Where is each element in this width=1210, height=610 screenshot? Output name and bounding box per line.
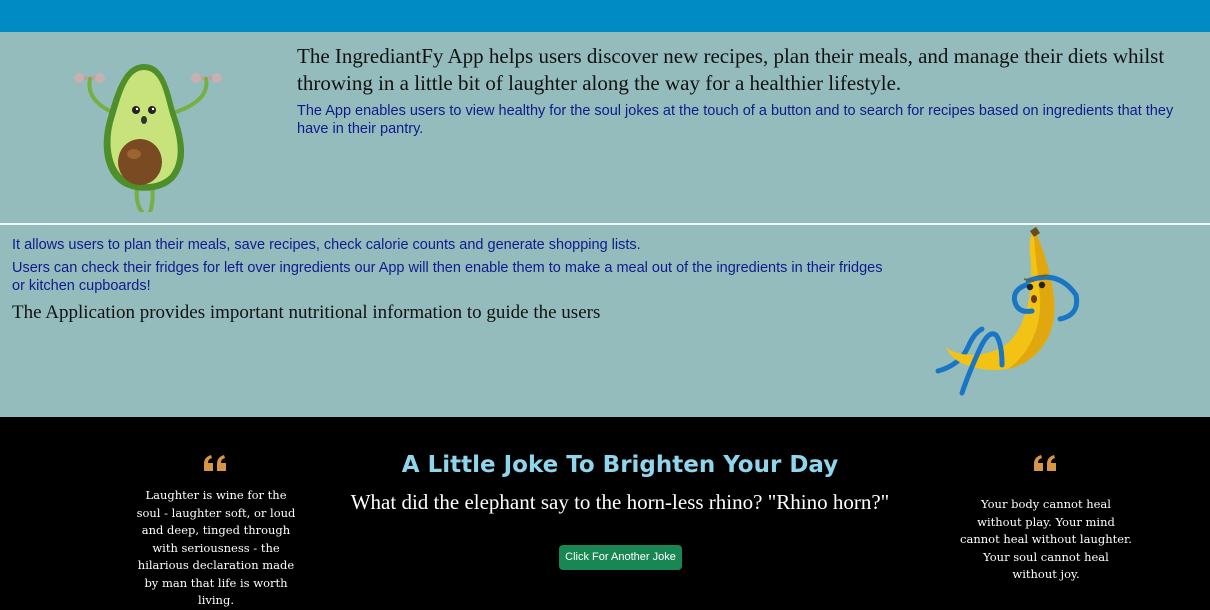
- banana-situp-icon: [935, 227, 1080, 396]
- top-nav-bar: [0, 0, 1210, 32]
- intro-heading: The IngrediantFy App helps users discove…: [297, 44, 1165, 95]
- joke-text: What did the elephant say to the horn-le…: [350, 490, 890, 514]
- joke-section: Laughter is wine for the soul - laughter…: [0, 417, 1210, 607]
- joke-section-title: A Little Joke To Brighten Your Day: [401, 452, 839, 478]
- features-section: It allows users to plan their meals, sav…: [0, 225, 1210, 417]
- avocado-workout-icon: [74, 64, 222, 212]
- intro-description: The App enables users to view healthy fo…: [297, 103, 1174, 137]
- feature-nutrition-text: The Application provides important nutri…: [12, 302, 601, 323]
- quote-mark-icon: [204, 455, 226, 471]
- feature-fridge-text: Users can check their fridges for left o…: [12, 260, 883, 294]
- intro-section: The IngrediantFy App helps users discove…: [0, 32, 1210, 223]
- quote-right: Your body cannot heal without play. Your…: [960, 497, 1132, 581]
- another-joke-button[interactable]: Click For Another Joke: [559, 545, 682, 570]
- quote-mark-icon: [1034, 455, 1056, 471]
- feature-planning-text: It allows users to plan their meals, sav…: [12, 237, 641, 253]
